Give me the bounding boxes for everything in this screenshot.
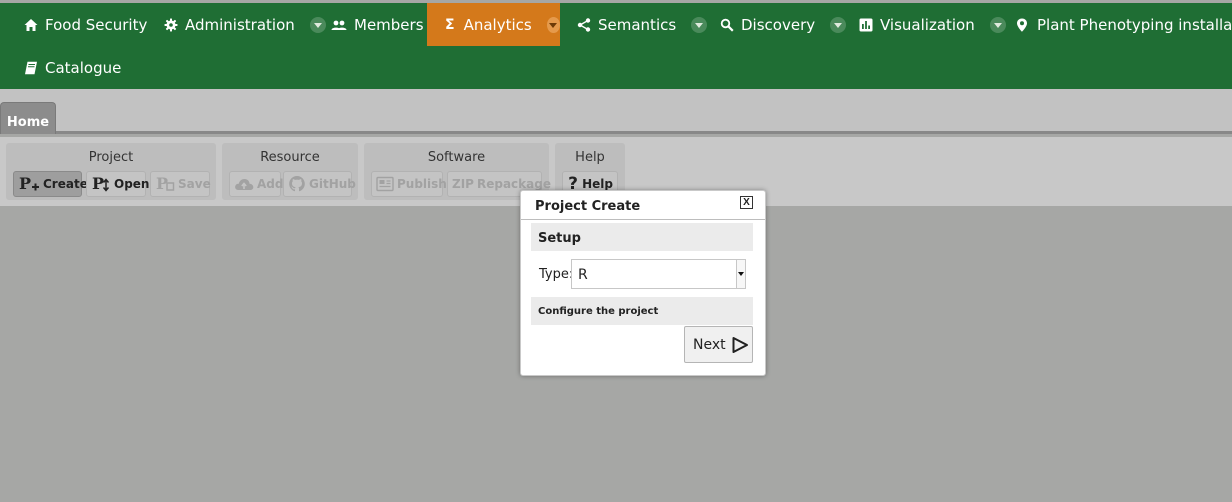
home-icon: [24, 18, 38, 32]
chevron-down-icon[interactable]: [546, 16, 560, 33]
github-label: GitHub: [309, 177, 356, 191]
share-icon: [577, 17, 591, 32]
nav-label: Plant Phenotyping installations: [1037, 15, 1232, 34]
project-create-dialog: Project Create X Setup Type: R Configure…: [520, 190, 766, 376]
nav-visualization[interactable]: Visualization: [859, 3, 1006, 46]
project-open-icon: P: [91, 174, 111, 194]
nav-label: Discovery: [741, 15, 816, 34]
ribbon-group-project: Project P Create P Open P Save: [6, 143, 216, 200]
ribbon-group-title: Resource: [260, 150, 320, 165]
book-icon: [24, 61, 38, 75]
chevron-down-icon[interactable]: [309, 16, 326, 33]
nav-label: Food Security: [45, 15, 148, 34]
open-project-button[interactable]: P Open: [86, 171, 150, 197]
help-label: Help: [582, 177, 613, 191]
gear-icon: [164, 18, 178, 32]
top-navigation: Food Security Administration Members Σ A…: [0, 3, 1232, 89]
dialog-title: Project Create: [535, 199, 641, 214]
play-arrow-icon: [732, 336, 748, 353]
ribbon-group-title: Help: [575, 150, 605, 165]
search-icon: [720, 18, 734, 32]
svg-text:P: P: [92, 174, 104, 193]
ribbon-group-title: Software: [427, 150, 486, 165]
svg-text:P: P: [19, 174, 31, 193]
nav-members[interactable]: Members: [331, 3, 424, 46]
svg-text:P: P: [156, 174, 168, 193]
nav-label: Semantics: [598, 15, 677, 34]
project-save-icon: P: [155, 174, 175, 194]
configure-project-label: Configure the project: [531, 297, 753, 325]
github-button[interactable]: GitHub: [283, 171, 356, 197]
type-label: Type:: [539, 267, 574, 282]
nav-administration[interactable]: Administration: [164, 3, 326, 46]
save-label: Save: [178, 177, 211, 191]
repackage-label: Repackage: [476, 177, 551, 191]
create-project-button[interactable]: P Create: [13, 171, 88, 197]
tab-strip: Home: [0, 89, 1232, 134]
zip-icon: ZIP: [452, 177, 474, 191]
chevron-down-icon[interactable]: [691, 16, 708, 33]
project-create-icon: P: [18, 174, 40, 194]
nav-label: Visualization: [880, 15, 975, 34]
dialog-divider: [521, 219, 765, 220]
nav-label: Catalogue: [45, 58, 122, 77]
nav-catalogue[interactable]: Catalogue: [24, 46, 121, 89]
cloud-upload-icon: [234, 174, 254, 194]
publish-button[interactable]: Publish: [371, 171, 447, 197]
bar-chart-icon: [859, 18, 873, 32]
dropdown-arrow-icon[interactable]: [736, 260, 745, 288]
nav-label: Members: [354, 15, 424, 34]
type-select[interactable]: R: [571, 259, 746, 289]
nav-analytics[interactable]: Σ Analytics: [427, 3, 560, 46]
type-select-value: R: [578, 267, 588, 283]
tab-home[interactable]: Home: [0, 102, 56, 134]
nav-plant-phenotyping[interactable]: Plant Phenotyping installations: [1015, 3, 1232, 46]
add-label: Add: [257, 177, 284, 191]
nav-label: Analytics: [463, 15, 532, 34]
people-icon: [331, 18, 347, 32]
publish-icon: [376, 174, 394, 194]
next-label: Next: [693, 336, 726, 353]
chevron-down-icon[interactable]: [989, 16, 1006, 33]
github-icon: [288, 174, 306, 194]
open-label: Open: [114, 177, 150, 191]
create-label: Create: [43, 177, 88, 191]
nav-food-security[interactable]: Food Security: [24, 3, 147, 46]
nav-label: Administration: [185, 15, 295, 34]
next-button[interactable]: Next: [684, 326, 753, 363]
ribbon-group-resource: Resource Add GitHub: [222, 143, 358, 200]
setup-section-header: Setup: [531, 223, 753, 251]
sigma-icon: Σ: [445, 16, 455, 33]
ribbon-group-title: Project: [88, 150, 134, 165]
save-project-button[interactable]: P Save: [150, 171, 211, 197]
nav-discovery[interactable]: Discovery: [720, 3, 847, 46]
chevron-down-icon[interactable]: [830, 16, 847, 33]
publish-label: Publish: [397, 177, 447, 191]
nav-semantics[interactable]: Semantics: [577, 3, 708, 46]
close-icon[interactable]: X: [740, 196, 753, 209]
add-resource-button[interactable]: Add: [229, 171, 284, 197]
map-pin-icon: [1015, 18, 1029, 32]
